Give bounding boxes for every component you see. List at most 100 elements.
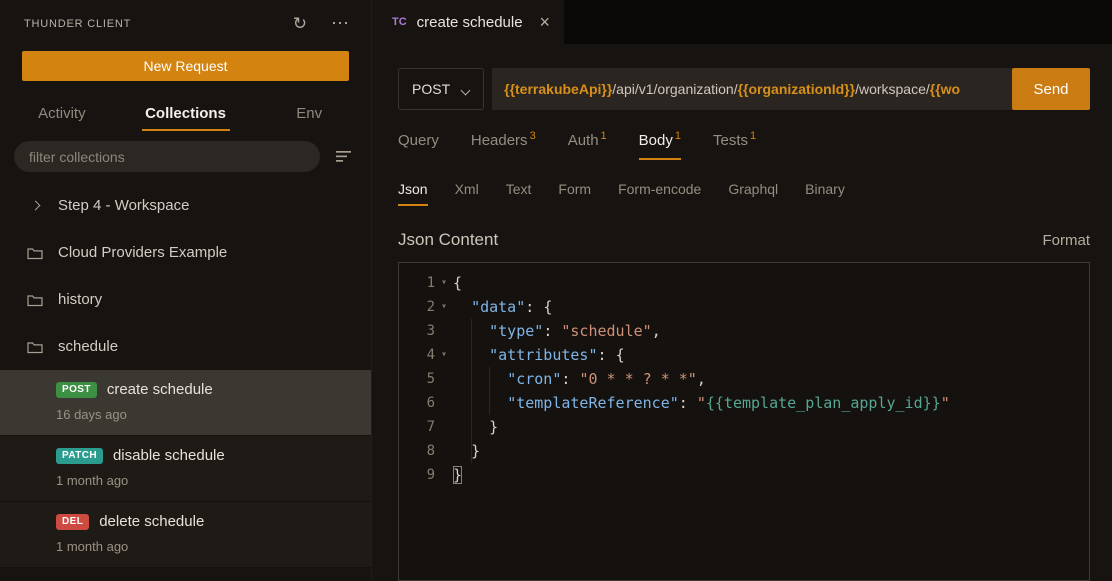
line-number: 7 (399, 415, 435, 439)
request-name: delete schedule (99, 513, 204, 530)
tab-count-badge: 1 (675, 130, 681, 142)
request-tab-tests[interactable]: Tests1 (713, 132, 756, 160)
code-line: 9} (399, 463, 1089, 487)
body-tab-form[interactable]: Form (558, 181, 591, 206)
body-tab-text[interactable]: Text (506, 181, 532, 206)
body-tab-graphql[interactable]: Graphql (728, 181, 778, 206)
request-tab-label: Tests (713, 132, 748, 149)
editor-tabstrip: TC create schedule × (372, 0, 1112, 44)
code-text: { (453, 271, 462, 295)
code-text: "type": "schedule", (453, 319, 661, 343)
request-tab-label: Auth (568, 132, 599, 149)
method-label: POST (412, 81, 450, 97)
code-text: "data": { (453, 295, 552, 319)
chevron-down-icon (461, 86, 471, 96)
url-segment: {{terrakubeApi}} (504, 81, 612, 97)
sidebar-header: THUNDER CLIENT ↻ ⋯ (0, 0, 371, 43)
folder-icon (26, 246, 44, 260)
code-line: 8 } (399, 439, 1089, 463)
request-time: 1 month ago (56, 473, 371, 488)
body-tab-json[interactable]: Json (398, 181, 428, 206)
url-input[interactable]: {{terrakubeApi}}/api/v1/organization/{{o… (492, 68, 1012, 110)
close-tab-icon[interactable]: × (539, 13, 550, 31)
folder-icon (26, 340, 44, 354)
request-tab-query[interactable]: Query (398, 132, 439, 160)
sort-icon[interactable] (336, 150, 353, 163)
refresh-icon[interactable]: ↻ (293, 14, 307, 34)
method-badge: PATCH (56, 448, 103, 464)
thunder-client-app: THUNDER CLIENT ↻ ⋯ New Request ActivityC… (0, 0, 1112, 581)
editor-tab-create-schedule[interactable]: TC create schedule × (372, 0, 564, 44)
code-text: } (453, 463, 462, 487)
request-panel: POST {{terrakubeApi}}/api/v1/organizatio… (372, 44, 1112, 581)
fold-icon[interactable]: ▾ (435, 343, 453, 367)
code-line: 4▾ "attributes": { (399, 343, 1089, 367)
send-button[interactable]: Send (1012, 68, 1090, 110)
format-button[interactable]: Format (1042, 232, 1090, 249)
code-line: 6 "templateReference": "{{template_plan_… (399, 391, 1089, 415)
folder-item-history[interactable]: history (0, 276, 371, 323)
tab-count-badge: 3 (530, 130, 536, 142)
fold-icon[interactable]: ▾ (435, 271, 453, 295)
code-line: 1▾{ (399, 271, 1089, 295)
folder-label: schedule (58, 338, 118, 355)
request-item-create-schedule[interactable]: POSTcreate schedule16 days ago (0, 370, 371, 436)
url-segment: /api/v1/organization/ (612, 81, 737, 97)
body-type-tabs: Json Xml Text Form Form-encode Graphql Binary (398, 181, 1090, 206)
tab-title: create schedule (417, 14, 530, 31)
request-tab-label: Query (398, 132, 439, 149)
new-request-button[interactable]: New Request (22, 51, 349, 81)
collections-list: Step 4 - Workspace Cloud Providers Exampl… (0, 182, 371, 581)
request-tab-body[interactable]: Body1 (639, 132, 681, 160)
code-line: 2▾ "data": { (399, 295, 1089, 319)
request-tab-headers[interactable]: Headers3 (471, 132, 536, 160)
filter-collections-input[interactable] (14, 141, 320, 172)
code-line: 7 } (399, 415, 1089, 439)
body-tab-form-encode[interactable]: Form-encode (618, 181, 701, 206)
line-number: 2 (399, 295, 435, 319)
json-content-title: Json Content (398, 230, 498, 250)
body-tab-binary[interactable]: Binary (805, 181, 845, 206)
request-item-disable-schedule[interactable]: PATCHdisable schedule 1 month ago (0, 436, 371, 502)
folder-item-step-4-workspace[interactable]: Step 4 - Workspace (0, 182, 371, 229)
app-title: THUNDER CLIENT (24, 18, 131, 30)
code-line: 5 "cron": "0 * * ? * *", (399, 367, 1089, 391)
code-text: "attributes": { (453, 343, 625, 367)
request-bar: POST {{terrakubeApi}}/api/v1/organizatio… (398, 68, 1090, 110)
request-line: PATCHdisable schedule (56, 447, 371, 464)
folder-item-schedule[interactable]: schedule (0, 323, 371, 370)
line-number: 4 (399, 343, 435, 367)
tab-count-badge: 1 (750, 130, 756, 142)
sidebar-tab-activity[interactable]: Activity (0, 95, 124, 134)
fold-icon[interactable]: ▾ (435, 295, 453, 319)
folder-label: Step 4 - Workspace (58, 197, 189, 214)
fold-gutter (435, 439, 453, 463)
request-tab-auth[interactable]: Auth1 (568, 132, 607, 160)
request-item-delete-schedule[interactable]: DELdelete schedule 1 month ago (0, 502, 371, 568)
request-line: DELdelete schedule (56, 513, 371, 530)
code-text: } (453, 415, 498, 439)
request-line: POSTcreate schedule (56, 381, 371, 398)
more-menu-icon[interactable]: ⋯ (331, 13, 349, 34)
sidebar-tab-env[interactable]: Env (247, 95, 371, 134)
folder-label: Cloud Providers Example (58, 244, 227, 261)
sidebar-tabs: ActivityCollectionsEnv (0, 95, 371, 134)
main-area: TC create schedule × POST {{terrakubeApi… (372, 0, 1112, 581)
code-text: } (453, 439, 480, 463)
json-editor[interactable]: 1▾{2▾ "data": {3 "type": "schedule",4▾ "… (398, 262, 1090, 581)
method-badge: POST (56, 382, 97, 398)
fold-gutter (435, 391, 453, 415)
request-tab-label: Body (639, 132, 673, 149)
request-tab-label: Headers (471, 132, 528, 149)
folder-item-cloud-providers-example[interactable]: Cloud Providers Example (0, 229, 371, 276)
folder-icon (26, 293, 44, 307)
sidebar-tab-collections[interactable]: Collections (124, 95, 248, 134)
body-tab-xml[interactable]: Xml (455, 181, 479, 206)
method-select[interactable]: POST (398, 68, 484, 110)
url-segment: {{organizationId}} (738, 81, 855, 97)
code-text: "templateReference": "{{template_plan_ap… (453, 391, 950, 415)
url-segment: {{wo (930, 81, 960, 97)
request-time: 1 month ago (56, 539, 371, 554)
sidebar-header-actions: ↻ ⋯ (293, 13, 349, 34)
request-tabs: QueryHeaders3Auth1Body1Tests1 (398, 132, 1090, 160)
